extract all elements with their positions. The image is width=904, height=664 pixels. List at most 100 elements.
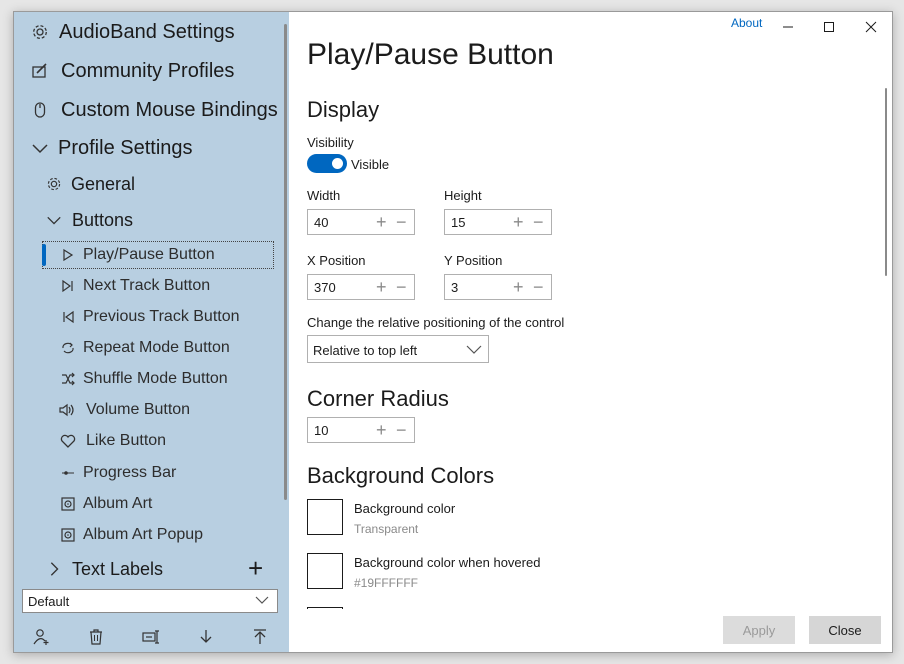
background-color-hovered-value: #19FFFFFF	[354, 576, 419, 590]
previous-track-icon	[58, 307, 78, 327]
selection-indicator	[42, 244, 46, 266]
progress-icon	[58, 463, 78, 483]
increment-button[interactable]: +	[376, 277, 387, 297]
profile-select[interactable]: Default	[22, 589, 278, 613]
sidebar-item-label: Like Button	[86, 432, 167, 449]
mouse-icon	[30, 100, 50, 120]
rename-profile-button[interactable]	[139, 626, 163, 648]
sidebar-item-label: Album Art	[83, 495, 153, 512]
sidebar-item-label: Shuffle Mode Button	[83, 370, 228, 387]
sidebar-item-community-profiles[interactable]: Community Profiles	[30, 56, 234, 86]
background-color-hovered-label: Background color when hovered	[354, 555, 541, 570]
edit-icon	[30, 61, 50, 81]
sidebar-item-repeat-mode-button[interactable]: Repeat Mode Button	[58, 333, 230, 363]
sidebar-item-general[interactable]: General	[44, 169, 135, 199]
visibility-label: Visibility	[307, 135, 354, 150]
sidebar-scrollbar[interactable]	[284, 24, 287, 500]
add-profile-button[interactable]	[30, 626, 54, 648]
increment-button[interactable]: +	[513, 212, 524, 232]
sidebar-item-label: General	[71, 173, 136, 194]
sidebar-item-text-labels[interactable]: Text Labels	[44, 554, 163, 584]
height-value: 15	[451, 215, 466, 230]
chevron-down-icon	[255, 593, 269, 607]
decrement-button[interactable]: −	[396, 420, 407, 440]
x-position-label: X Position	[307, 253, 366, 268]
gear-icon	[30, 22, 50, 42]
apply-button[interactable]: Apply	[723, 616, 795, 644]
sidebar-item-label: Progress Bar	[83, 464, 177, 481]
sidebar-item-play-pause-button[interactable]: Play/Pause Button	[58, 240, 215, 270]
sidebar-item-buttons[interactable]: Buttons	[44, 205, 133, 235]
background-color-hovered-swatch[interactable]	[307, 553, 343, 589]
background-color-swatch[interactable]	[307, 499, 343, 535]
about-link[interactable]: About	[731, 16, 762, 30]
repeat-icon	[58, 338, 78, 358]
height-stepper[interactable]: 15 + −	[444, 209, 552, 235]
visibility-toggle[interactable]	[307, 154, 347, 173]
rename-icon	[142, 629, 160, 645]
sidebar-item-label: Profile Settings	[58, 136, 193, 159]
close-button[interactable]: Close	[809, 616, 881, 644]
delete-profile-button[interactable]	[84, 626, 108, 648]
chevron-down-icon	[44, 210, 64, 230]
chevron-down-icon	[30, 138, 50, 158]
sidebar-item-label: Album Art Popup	[83, 526, 204, 543]
sidebar-item-album-art[interactable]: Album Art	[58, 489, 152, 519]
chevron-right-icon	[44, 559, 64, 579]
add-text-label-button[interactable]: +	[248, 555, 263, 581]
close-window-button[interactable]	[862, 18, 880, 36]
sidebar-item-label: AudioBand Settings	[59, 20, 235, 43]
x-position-stepper[interactable]: 370 + −	[307, 274, 415, 300]
sidebar-item-label: Volume Button	[86, 401, 191, 418]
decrement-button[interactable]: −	[533, 277, 544, 297]
decrement-button[interactable]: −	[533, 212, 544, 232]
sidebar-item-shuffle-mode-button[interactable]: Shuffle Mode Button	[58, 364, 228, 394]
width-label: Width	[307, 188, 341, 203]
sidebar-item-profile-settings[interactable]: Profile Settings	[30, 133, 193, 163]
relative-positioning-label: Change the relative positioning of the c…	[307, 315, 565, 330]
album-icon	[58, 525, 78, 545]
decrement-button[interactable]: −	[396, 277, 407, 297]
sidebar-item-audioband-settings[interactable]: AudioBand Settings	[30, 17, 235, 47]
decrement-button[interactable]: −	[396, 212, 407, 232]
x-position-value: 370	[314, 280, 336, 295]
gear-icon	[44, 174, 64, 194]
increment-button[interactable]: +	[513, 277, 524, 297]
height-label: Height	[444, 188, 482, 203]
sidebar-item-volume-button[interactable]: Volume Button	[58, 395, 190, 425]
width-value: 40	[314, 215, 329, 230]
increment-button[interactable]: +	[376, 420, 387, 440]
minimize-button[interactable]	[779, 18, 797, 36]
play-icon	[58, 245, 78, 265]
sidebar-item-label: Previous Track Button	[83, 308, 240, 325]
corner-radius-stepper[interactable]: 10 + −	[307, 417, 415, 443]
width-stepper[interactable]: 40 + −	[307, 209, 415, 235]
download-icon	[199, 628, 213, 646]
increment-button[interactable]: +	[376, 212, 387, 232]
profile-select-value: Default	[28, 593, 70, 609]
settings-window: AudioBand Settings Community Profiles Cu…	[13, 11, 893, 653]
visibility-state-label: Visible	[351, 157, 390, 172]
sidebar-item-like-button[interactable]: Like Button	[58, 426, 166, 456]
import-profile-button[interactable]	[194, 626, 218, 648]
main-scrollbar[interactable]	[885, 88, 887, 276]
sidebar-item-label: Play/Pause Button	[83, 246, 215, 263]
sidebar-item-previous-track-button[interactable]: Previous Track Button	[58, 302, 240, 332]
maximize-icon	[823, 21, 835, 33]
next-color-swatch-partial	[307, 607, 343, 609]
sidebar-item-next-track-button[interactable]: Next Track Button	[58, 271, 210, 301]
background-color-value: Transparent	[354, 522, 419, 536]
sidebar-item-custom-mouse-bindings[interactable]: Custom Mouse Bindings	[30, 95, 278, 125]
y-position-label: Y Position	[444, 253, 503, 268]
sidebar-item-progress-bar[interactable]: Progress Bar	[58, 458, 176, 488]
relative-positioning-select[interactable]: Relative to top left	[307, 335, 489, 363]
sidebar: AudioBand Settings Community Profiles Cu…	[14, 12, 289, 652]
corner-radius-value: 10	[314, 423, 329, 438]
background-colors-heading: Background Colors	[307, 463, 495, 488]
corner-radius-heading: Corner Radius	[307, 386, 449, 411]
export-profile-button[interactable]	[248, 626, 272, 648]
sidebar-item-album-art-popup[interactable]: Album Art Popup	[58, 520, 203, 550]
maximize-button[interactable]	[820, 18, 838, 36]
y-position-stepper[interactable]: 3 + −	[444, 274, 552, 300]
minimize-icon	[782, 21, 794, 33]
